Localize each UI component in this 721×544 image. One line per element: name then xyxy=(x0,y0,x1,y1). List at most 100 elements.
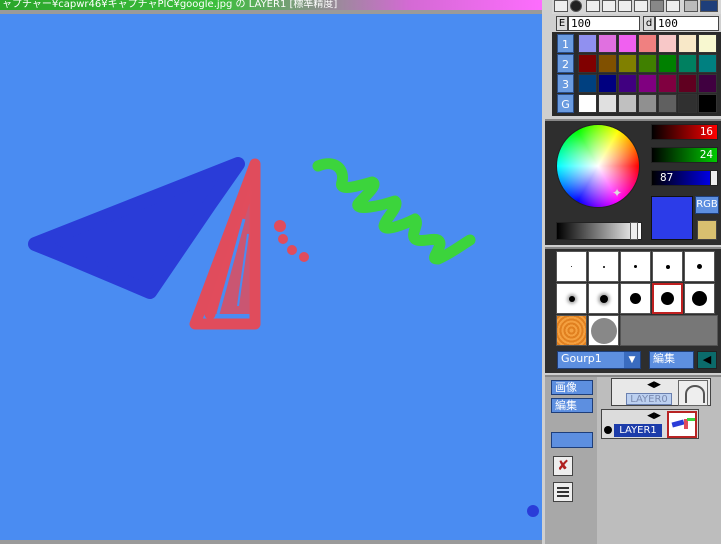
color-wheel[interactable] xyxy=(556,124,640,208)
misc-tool-icon[interactable] xyxy=(684,0,698,12)
palette-swatch[interactable] xyxy=(638,34,657,53)
stamp-icon[interactable]: ✘ xyxy=(553,456,573,476)
brush-preset[interactable] xyxy=(684,251,715,282)
opacity-label: E xyxy=(556,16,568,31)
brush-preset[interactable] xyxy=(588,283,619,314)
palette-tab-3[interactable]: 3 xyxy=(557,74,574,93)
brush-dot-icon xyxy=(661,292,674,305)
palette-swatch[interactable] xyxy=(618,34,637,53)
drawing-canvas[interactable] xyxy=(0,14,542,540)
brush-dot-icon xyxy=(692,291,707,306)
brush-dot-icon xyxy=(634,265,637,268)
green-stroke xyxy=(312,158,476,265)
arrows-icon[interactable]: ◀▶ xyxy=(645,380,663,390)
palette-swatch[interactable] xyxy=(638,54,657,73)
blue-bar[interactable]: 87 xyxy=(651,170,718,186)
palette-swatch[interactable] xyxy=(698,94,717,113)
current-color-swatch[interactable] xyxy=(651,196,693,240)
palette-swatch[interactable] xyxy=(598,94,617,113)
red-dot xyxy=(299,252,309,262)
brush-preset[interactable] xyxy=(556,283,587,314)
brush-group-name: Gourp1 xyxy=(561,352,602,365)
palette-swatch[interactable] xyxy=(658,34,677,53)
brush-preset[interactable] xyxy=(620,251,651,282)
palette-tab-1[interactable]: 1 xyxy=(557,34,574,53)
airbrush-tool-icon[interactable] xyxy=(586,0,600,12)
pen-tool-icon[interactable] xyxy=(554,0,568,12)
value-slider-handle[interactable] xyxy=(630,222,638,240)
palette-swatch[interactable] xyxy=(618,54,637,73)
brush-dot-icon xyxy=(665,264,670,269)
palette-swatch[interactable] xyxy=(658,54,677,73)
layer-0-thumbnail xyxy=(678,380,708,406)
palette-tab-g[interactable]: G xyxy=(557,94,574,113)
chevron-down-icon[interactable]: ▼ xyxy=(624,352,640,368)
image-button[interactable]: 画像 xyxy=(551,380,593,395)
folder-icon[interactable] xyxy=(697,220,717,240)
eraser-tool-icon[interactable] xyxy=(666,0,680,12)
green-bar[interactable]: 24 xyxy=(651,147,718,163)
palette-swatch[interactable] xyxy=(618,74,637,93)
palette-swatch[interactable] xyxy=(678,94,697,113)
brush-preset[interactable] xyxy=(684,283,715,314)
arrows-icon-2[interactable]: ◀▶ xyxy=(645,411,663,421)
layer-1-name: LAYER1 xyxy=(614,424,662,437)
layer-color-bar[interactable] xyxy=(551,432,593,448)
palette-tab-2[interactable]: 2 xyxy=(557,54,574,73)
layer-list-icon[interactable] xyxy=(553,482,573,502)
dial-icon xyxy=(685,385,705,403)
water-tool-icon[interactable] xyxy=(634,0,648,12)
list-lines-icon xyxy=(557,487,569,489)
bucket-tool-icon[interactable] xyxy=(618,0,632,12)
blue-bar-handle[interactable] xyxy=(710,170,718,186)
brush-preset[interactable] xyxy=(620,283,651,314)
palette-swatch[interactable] xyxy=(698,74,717,93)
rgb-mode-button[interactable]: RGB xyxy=(695,196,719,214)
brush-preset[interactable] xyxy=(556,251,587,282)
brush-preset[interactable] xyxy=(652,251,683,282)
density-field[interactable]: 100 xyxy=(655,16,719,31)
palette-swatch[interactable] xyxy=(698,54,717,73)
red-dot xyxy=(278,234,288,244)
brush-dot-icon xyxy=(630,293,641,304)
brush-dot-icon xyxy=(571,266,572,267)
brush-dot-icon xyxy=(599,294,608,303)
palette-swatch[interactable] xyxy=(658,74,677,93)
palette-swatch[interactable] xyxy=(638,94,657,113)
brush-preset[interactable] xyxy=(588,251,619,282)
palette-swatch[interactable] xyxy=(598,54,617,73)
blend-tool-icon[interactable] xyxy=(650,0,664,12)
palette-swatch[interactable] xyxy=(678,54,697,73)
empty-brush-slots xyxy=(620,315,718,346)
red-dot xyxy=(274,220,286,232)
brush-tool-icon[interactable] xyxy=(570,0,582,12)
palette-swatch[interactable] xyxy=(658,94,677,113)
palette-swatch[interactable] xyxy=(578,74,597,93)
palette-swatch[interactable] xyxy=(598,34,617,53)
red-bar[interactable]: 16 xyxy=(651,124,718,140)
thumb-blue-mark xyxy=(671,419,685,428)
palette-swatch[interactable] xyxy=(678,34,697,53)
layer-edit-button[interactable]: 編集 xyxy=(551,398,593,413)
texture-brush-gray[interactable] xyxy=(588,315,619,346)
opacity-field[interactable]: 100 xyxy=(568,16,640,31)
palette-swatch[interactable] xyxy=(578,34,597,53)
brush-edit-button[interactable]: 編集 xyxy=(649,351,694,369)
palette-swatch[interactable] xyxy=(618,94,637,113)
palette-swatch[interactable] xyxy=(678,74,697,93)
dropdown-tool-icon[interactable] xyxy=(700,0,718,12)
texture-brush-orange[interactable] xyxy=(556,315,587,346)
window-title: ャプチャー¥capwr46¥キャプチャPIC¥google.jpg の LAYE… xyxy=(0,0,546,10)
palette-swatch[interactable] xyxy=(578,54,597,73)
palette-swatch[interactable] xyxy=(578,94,597,113)
palette-swatch[interactable] xyxy=(598,74,617,93)
brush-arrow-icon[interactable]: ◀ xyxy=(697,351,717,369)
wheel-cursor-icon: ✦ xyxy=(612,186,623,200)
palette-swatch[interactable] xyxy=(698,34,717,53)
density-label: d xyxy=(643,16,655,31)
brush-preset[interactable] xyxy=(652,283,683,314)
canvas-strokes xyxy=(28,157,539,517)
gray-blob-icon xyxy=(591,318,617,344)
palette-swatch[interactable] xyxy=(638,74,657,93)
dotted-tool-icon[interactable] xyxy=(602,0,616,12)
